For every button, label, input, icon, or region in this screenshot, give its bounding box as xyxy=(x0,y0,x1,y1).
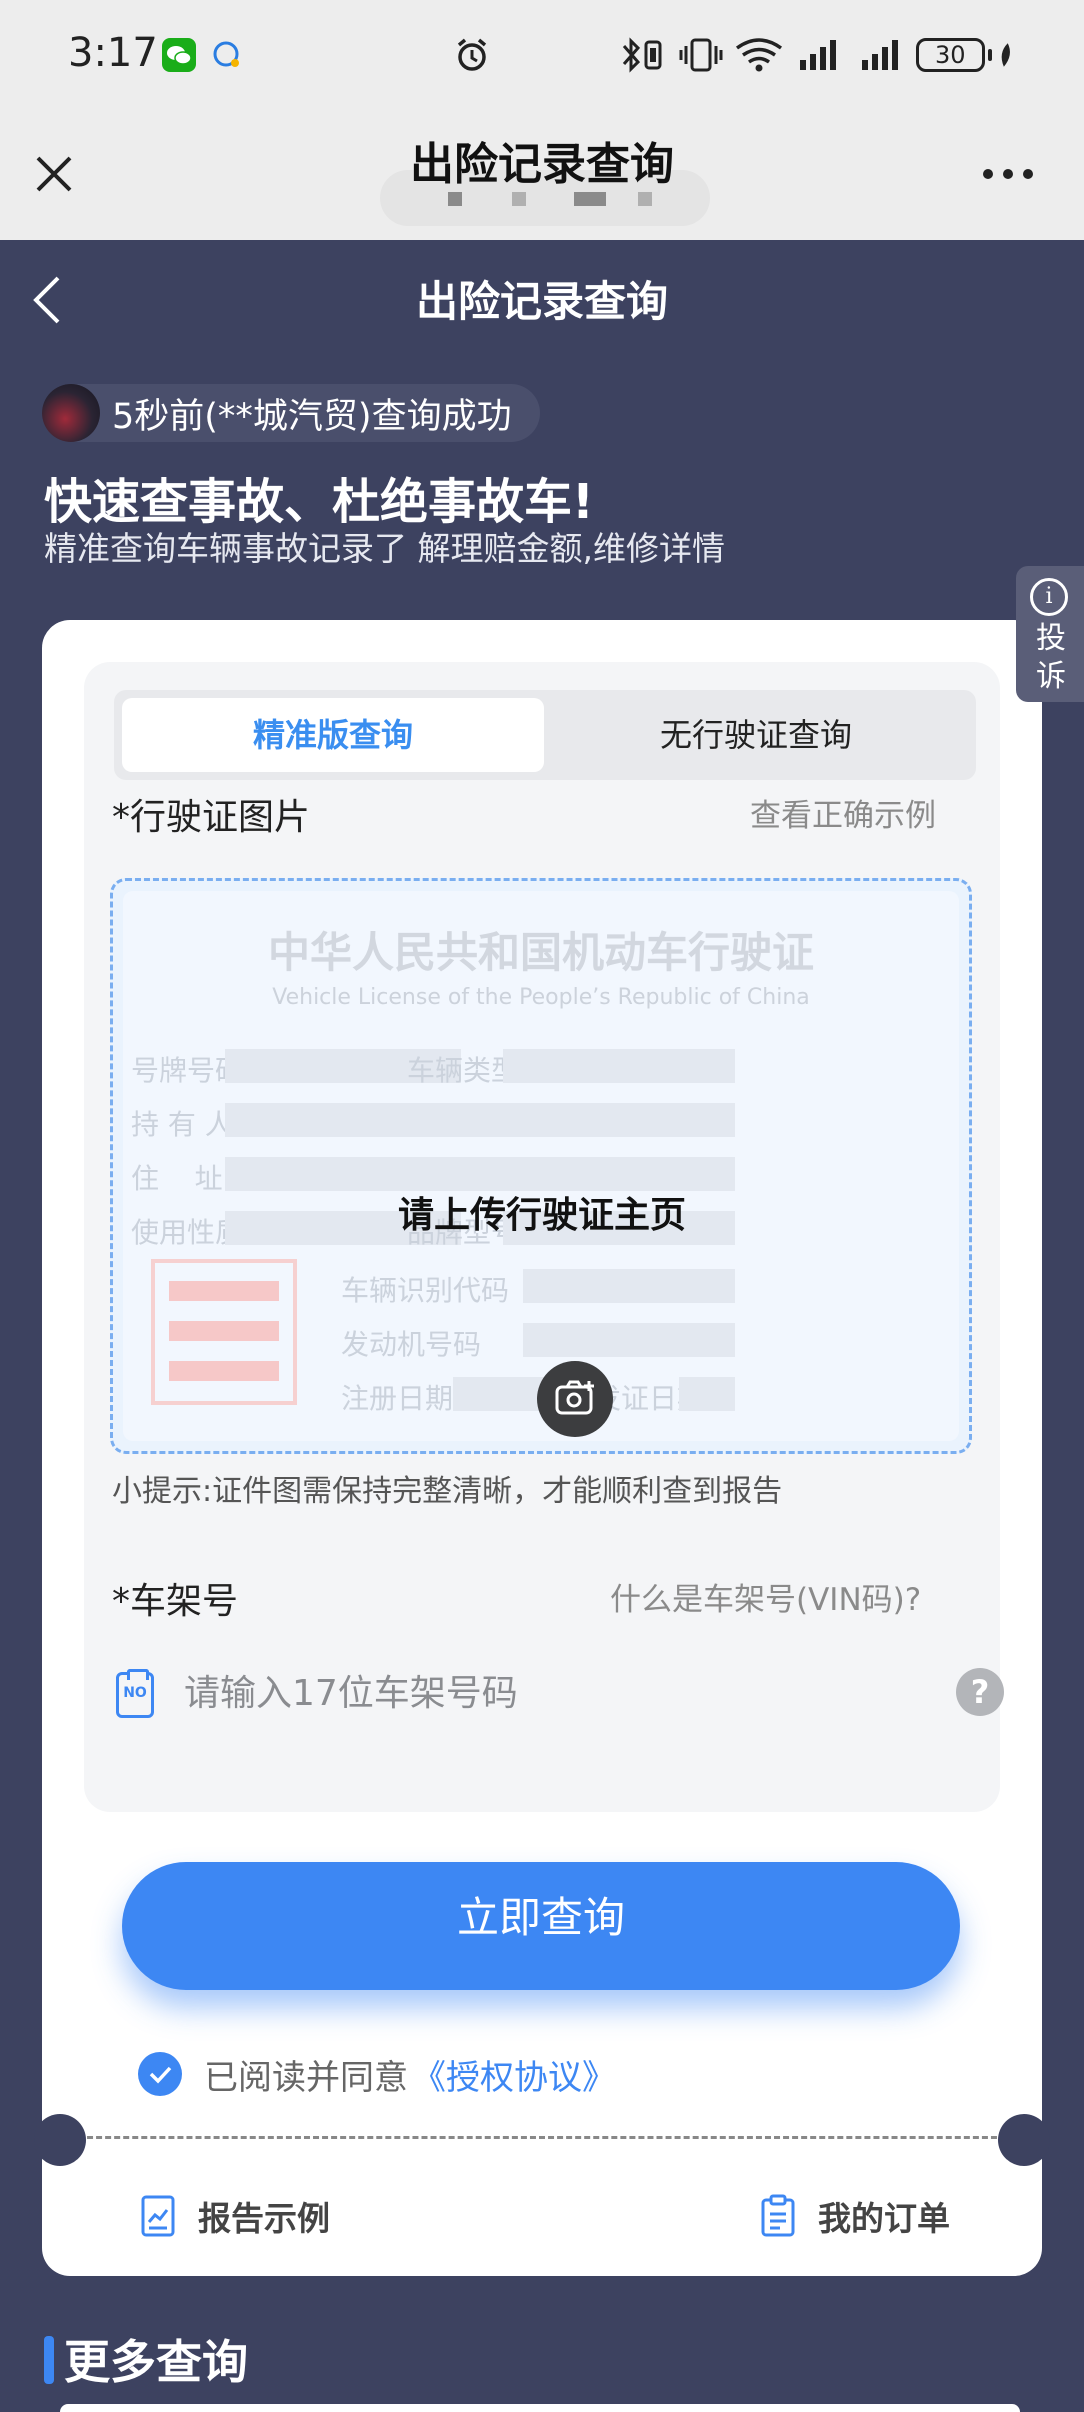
query-tabs: 精准版查询 无行驶证查询 xyxy=(114,690,976,780)
hero-subtitle: 精准查询车辆事故记录了 解理赔金额,维修详情 xyxy=(44,529,725,568)
complaint-tab[interactable]: i 投诉 xyxy=(1016,566,1084,702)
more-icon[interactable] xyxy=(980,164,1036,184)
avatar xyxy=(42,384,100,442)
info-icon: i xyxy=(1030,578,1068,616)
field-owner: 持 有 人 xyxy=(131,1108,233,1141)
authorization-agreement-link[interactable]: 《授权协议》 xyxy=(412,2050,616,2099)
help-icon[interactable]: ? xyxy=(956,1668,1004,1716)
ticket-notch-left xyxy=(34,2114,86,2166)
upload-prompt[interactable]: 请上传行驶证主页 xyxy=(0,1186,1084,1238)
wechat-navbar: 出险记录查询 xyxy=(0,112,1084,240)
status-time: 3:17 xyxy=(68,30,158,76)
query-card: 精准版查询 无行驶证查询 *行驶证图片 查看正确示例 中华人民共和国机动车行驶证… xyxy=(42,620,1042,2276)
vin-help-link[interactable]: 什么是车架号(VIN码)? xyxy=(610,1574,921,1619)
bluetooth-icon xyxy=(620,37,672,73)
section-accent-bar xyxy=(44,2336,54,2384)
next-card-edge xyxy=(60,2404,1020,2412)
license-card-title: 中华人民共和国机动车行驶证 xyxy=(267,928,814,977)
vin-icon: NO xyxy=(116,1669,154,1718)
license-template-image: 中华人民共和国机动车行驶证 Vehicle License of the Peo… xyxy=(123,891,959,1441)
field-box xyxy=(679,1377,735,1411)
complaint-label: 投诉 xyxy=(1036,621,1066,694)
signal-icon-1 xyxy=(796,38,844,72)
license-upload-area[interactable]: 中华人民共和国机动车行驶证 Vehicle License of the Peo… xyxy=(110,878,972,1454)
field-box xyxy=(523,1323,735,1357)
agreement-row: 已阅读并同意 《授权协议》 xyxy=(138,2046,616,2102)
upload-tip: 小提示:证件图需保持完整清晰，才能顺利查到报告 xyxy=(112,1474,783,1509)
ticket-divider xyxy=(78,2136,1006,2139)
field-engine: 发动机号码 xyxy=(341,1328,482,1361)
view-example-link[interactable]: 查看正确示例 xyxy=(750,790,936,835)
field-reg-date: 注册日期 xyxy=(341,1382,454,1415)
battery-level: 30 xyxy=(916,38,985,72)
report-icon xyxy=(141,2195,175,2237)
wechat-title: 出险记录查询 xyxy=(410,139,674,190)
tab-precise-query[interactable]: 精准版查询 xyxy=(122,698,544,772)
field-vin: 车辆识别代码 xyxy=(341,1274,510,1307)
vibrate-icon xyxy=(678,38,724,72)
wifi-icon xyxy=(734,38,784,72)
my-orders-label: 我的订单 xyxy=(818,2199,950,2238)
agreement-checkbox[interactable] xyxy=(138,2052,182,2096)
vin-icon-text: NO xyxy=(123,1685,147,1701)
query-ticker: 5秒前(**城汽贸)查询成功 xyxy=(42,384,540,442)
my-orders-button[interactable]: 我的订单 xyxy=(760,2188,950,2244)
message-icon xyxy=(210,38,244,72)
ticket-notch-right xyxy=(998,2114,1050,2166)
clipboard-icon xyxy=(761,2194,795,2237)
query-now-button[interactable]: 立即查询 xyxy=(122,1862,960,1990)
license-card-subtitle: Vehicle License of the People’s Republic… xyxy=(272,985,810,1010)
field-box xyxy=(503,1049,735,1083)
ticker-text: 5秒前(**城汽贸)查询成功 xyxy=(112,396,512,437)
vin-label-text: 车架号 xyxy=(130,1581,239,1622)
signal-icon-2 xyxy=(858,38,906,72)
camera-icon[interactable] xyxy=(537,1361,613,1437)
page-title: 出险记录查询 xyxy=(415,277,668,326)
status-bar: 3:17 30 xyxy=(0,0,1084,112)
license-label-text: 行驶证图片 xyxy=(130,797,311,838)
vin-input-row: NO ? xyxy=(112,1660,1004,1726)
report-sample-label: 报告示例 xyxy=(198,2199,330,2238)
more-queries-title: 更多查询 xyxy=(64,2335,248,2389)
license-stamp xyxy=(151,1259,297,1405)
required-mark: * xyxy=(112,1581,130,1622)
tab-no-license-query[interactable]: 无行驶证查询 xyxy=(544,698,968,772)
report-sample-button[interactable]: 报告示例 xyxy=(140,2188,330,2244)
agreement-text: 已阅读并同意 xyxy=(204,2057,408,2098)
battery-icon: 30 xyxy=(916,38,1014,72)
license-label: *行驶证图片 xyxy=(112,788,310,840)
field-box xyxy=(225,1103,735,1137)
field-box xyxy=(523,1269,735,1303)
vin-input[interactable] xyxy=(182,1660,886,1726)
vin-label: *车架号 xyxy=(112,1572,238,1624)
wechat-icon xyxy=(162,38,196,72)
alarm-icon xyxy=(452,38,492,72)
required-mark: * xyxy=(112,797,130,838)
